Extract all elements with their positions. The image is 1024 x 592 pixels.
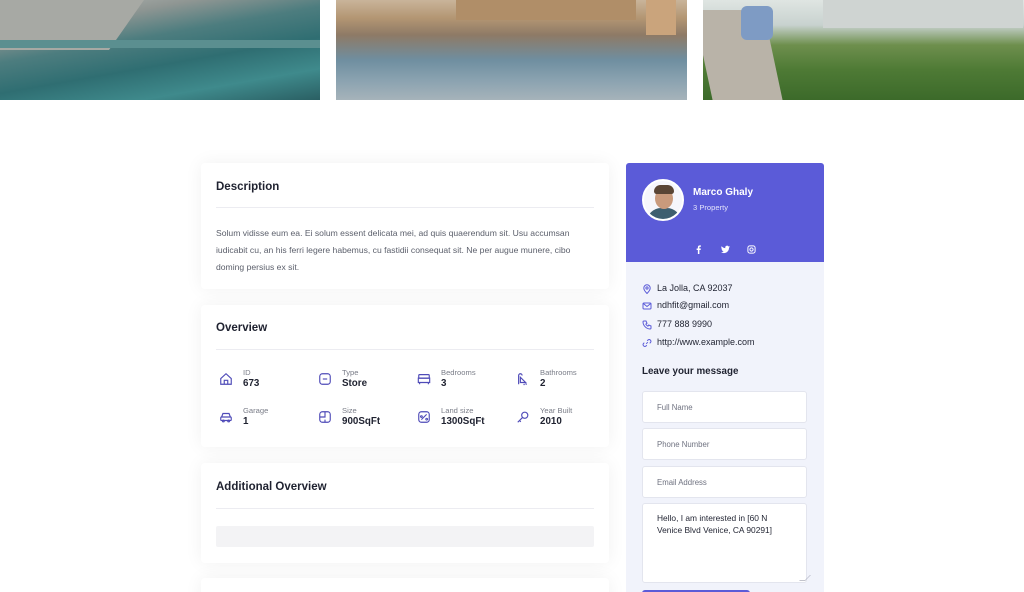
- location-text: La Jolla, CA 92037: [657, 283, 733, 293]
- overview-item-size: Size 900SqFt: [318, 406, 414, 432]
- divider: [216, 508, 594, 509]
- message-form-title: Leave your message: [642, 366, 739, 377]
- next-section-card: [201, 578, 609, 592]
- overview-item-id: ID 673: [219, 368, 315, 394]
- overview-label: ID: [243, 368, 251, 377]
- property-gallery: [0, 0, 1024, 100]
- overview-label: Garage: [243, 406, 269, 415]
- overview-value: 1: [243, 416, 249, 427]
- overview-value: 900SqFt: [342, 416, 381, 427]
- email-text[interactable]: ndhfit@gmail.com: [657, 300, 729, 310]
- shower-icon: [516, 372, 530, 386]
- pool-photo[interactable]: [0, 0, 320, 100]
- overview-item-year-built: Year Built 2010: [516, 406, 612, 432]
- social-links: [626, 239, 824, 257]
- additional-overview-row: [216, 526, 594, 547]
- facebook-icon[interactable]: [690, 242, 708, 256]
- additional-overview-title: Additional Overview: [216, 481, 327, 493]
- overview-item-bedrooms: Bedrooms 3: [417, 368, 513, 394]
- divider: [216, 207, 594, 208]
- email-address-input[interactable]: [642, 466, 807, 498]
- overview-title: Overview: [216, 322, 268, 334]
- overview-label: Bathrooms: [540, 368, 577, 377]
- overview-value: 1300SqFt: [441, 416, 485, 427]
- overview-value: 2010: [540, 416, 562, 427]
- overview-card: Overview ID 673 Type Store Bedrooms 3 Ba…: [201, 305, 609, 447]
- waterfront-photo[interactable]: [336, 0, 687, 100]
- garden-house-photo[interactable]: [703, 0, 1024, 100]
- divider: [216, 349, 594, 350]
- description-title: Description: [216, 181, 280, 193]
- overview-label: Type: [342, 368, 359, 377]
- overview-item-bathrooms: Bathrooms 2: [516, 368, 612, 394]
- overview-value: Store: [342, 378, 368, 389]
- overview-label: Size: [342, 406, 357, 415]
- overview-item-land-size: Land size 1300SqFt: [417, 406, 513, 432]
- additional-overview-card: Additional Overview: [201, 463, 609, 563]
- agent-name[interactable]: Marco Ghaly: [693, 187, 753, 198]
- link-icon: [642, 338, 652, 348]
- description-text: Solum vidisse eum ea. Ei solum essent de…: [216, 228, 571, 272]
- message-textarea[interactable]: Hello, I am interested in [60 N Venice B…: [642, 503, 807, 583]
- house-icon: [219, 372, 233, 386]
- land-icon: [417, 410, 431, 424]
- agent-property-count: 3 Property: [693, 203, 729, 212]
- car-icon: [219, 410, 233, 424]
- agent-card-header: Marco Ghaly 3 Property: [626, 163, 824, 262]
- overview-grid: ID 673 Type Store Bedrooms 3 Bathrooms 2: [219, 368, 599, 438]
- phone-number-input[interactable]: [642, 428, 807, 460]
- phone-icon: [642, 320, 652, 330]
- bed-icon: [417, 372, 431, 386]
- key-icon: [516, 410, 530, 424]
- overview-label: Bedrooms: [441, 368, 476, 377]
- overview-label: Land size: [441, 406, 474, 415]
- overview-value: 2: [540, 378, 546, 389]
- mail-icon: [642, 301, 652, 311]
- map-pin-icon: [642, 284, 652, 294]
- avatar[interactable]: [642, 179, 684, 221]
- overview-item-type: Type Store: [318, 368, 414, 394]
- overview-value: 673: [243, 378, 260, 389]
- overview-item-garage: Garage 1: [219, 406, 315, 432]
- phone-text[interactable]: 777 888 9990: [657, 319, 712, 329]
- twitter-icon[interactable]: [716, 242, 734, 256]
- overview-value: 3: [441, 378, 447, 389]
- full-name-input[interactable]: [642, 391, 807, 423]
- website-text[interactable]: http://www.example.com: [657, 337, 755, 347]
- description-card: Description Solum vidisse eum ea. Ei sol…: [201, 163, 609, 289]
- overview-label: Year Built: [540, 406, 573, 415]
- instagram-icon[interactable]: [742, 242, 760, 256]
- floorplan-icon: [318, 410, 332, 424]
- store-icon: [318, 372, 332, 386]
